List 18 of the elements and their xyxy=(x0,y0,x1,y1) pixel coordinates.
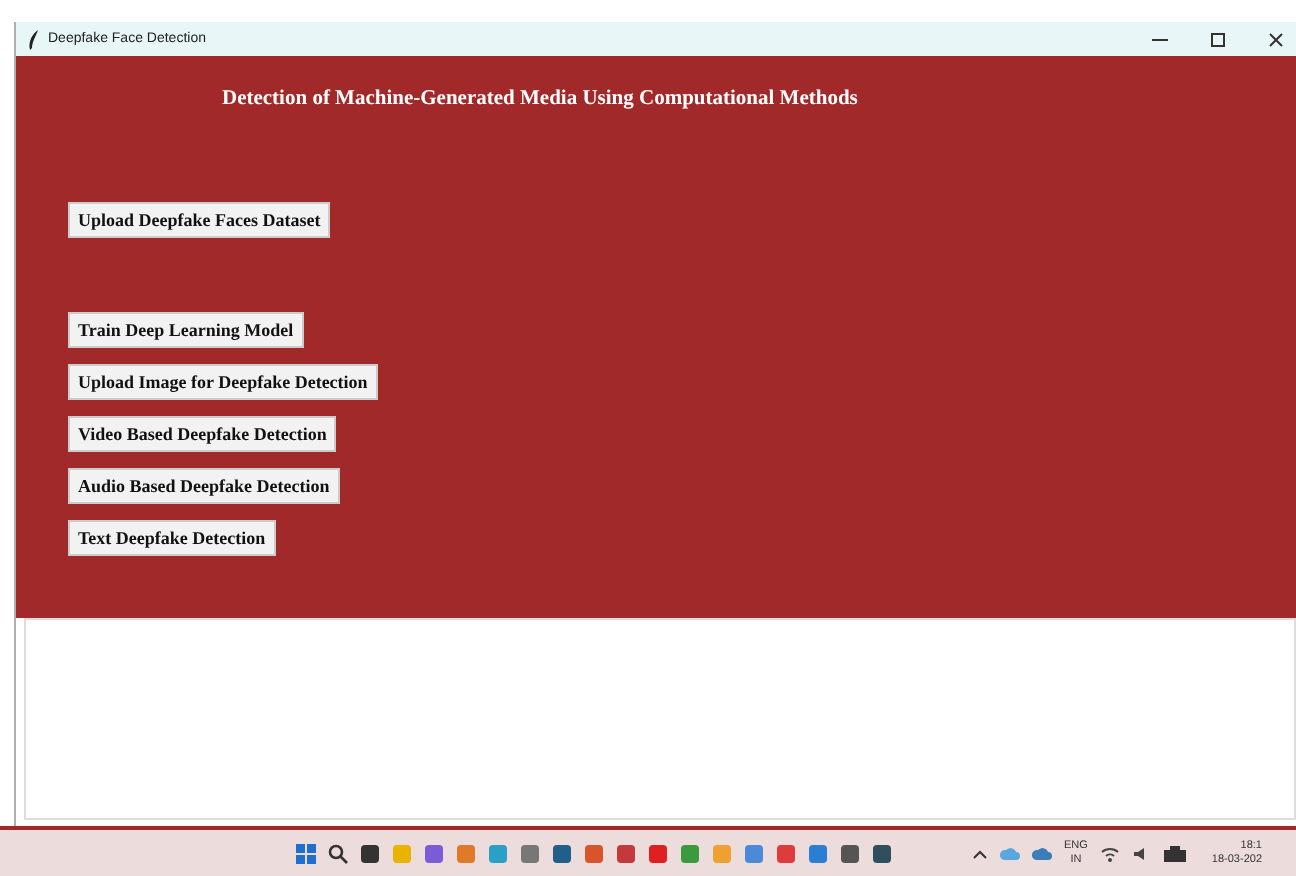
action-button[interactable]: Upload Image for Deepfake Detection xyxy=(68,364,378,400)
action-button[interactable]: Upload Deepfake Faces Dataset xyxy=(68,202,331,238)
action-button[interactable]: Video Based Deepfake Detection xyxy=(68,416,337,452)
app-heading: Detection of Machine-Generated Media Using Computational Methods xyxy=(222,88,858,110)
app-icon[interactable] xyxy=(360,843,380,863)
chevron-up-icon[interactable] xyxy=(972,847,988,859)
app-icon[interactable] xyxy=(872,843,892,863)
action-button[interactable]: Audio Based Deepfake Detection xyxy=(68,468,340,504)
windows-icon[interactable] xyxy=(296,843,316,863)
search-icon[interactable] xyxy=(328,843,348,863)
close-icon[interactable] xyxy=(1268,31,1284,47)
action-button[interactable]: Text Deepfake Detection xyxy=(68,520,276,556)
maximize-icon[interactable] xyxy=(1210,31,1226,47)
wifi-icon[interactable] xyxy=(1099,845,1120,861)
app-icon[interactable] xyxy=(840,843,860,863)
feather-icon xyxy=(28,29,40,49)
action-button[interactable]: Train Deep Learning Model xyxy=(68,312,304,348)
app-icon[interactable] xyxy=(552,843,572,863)
